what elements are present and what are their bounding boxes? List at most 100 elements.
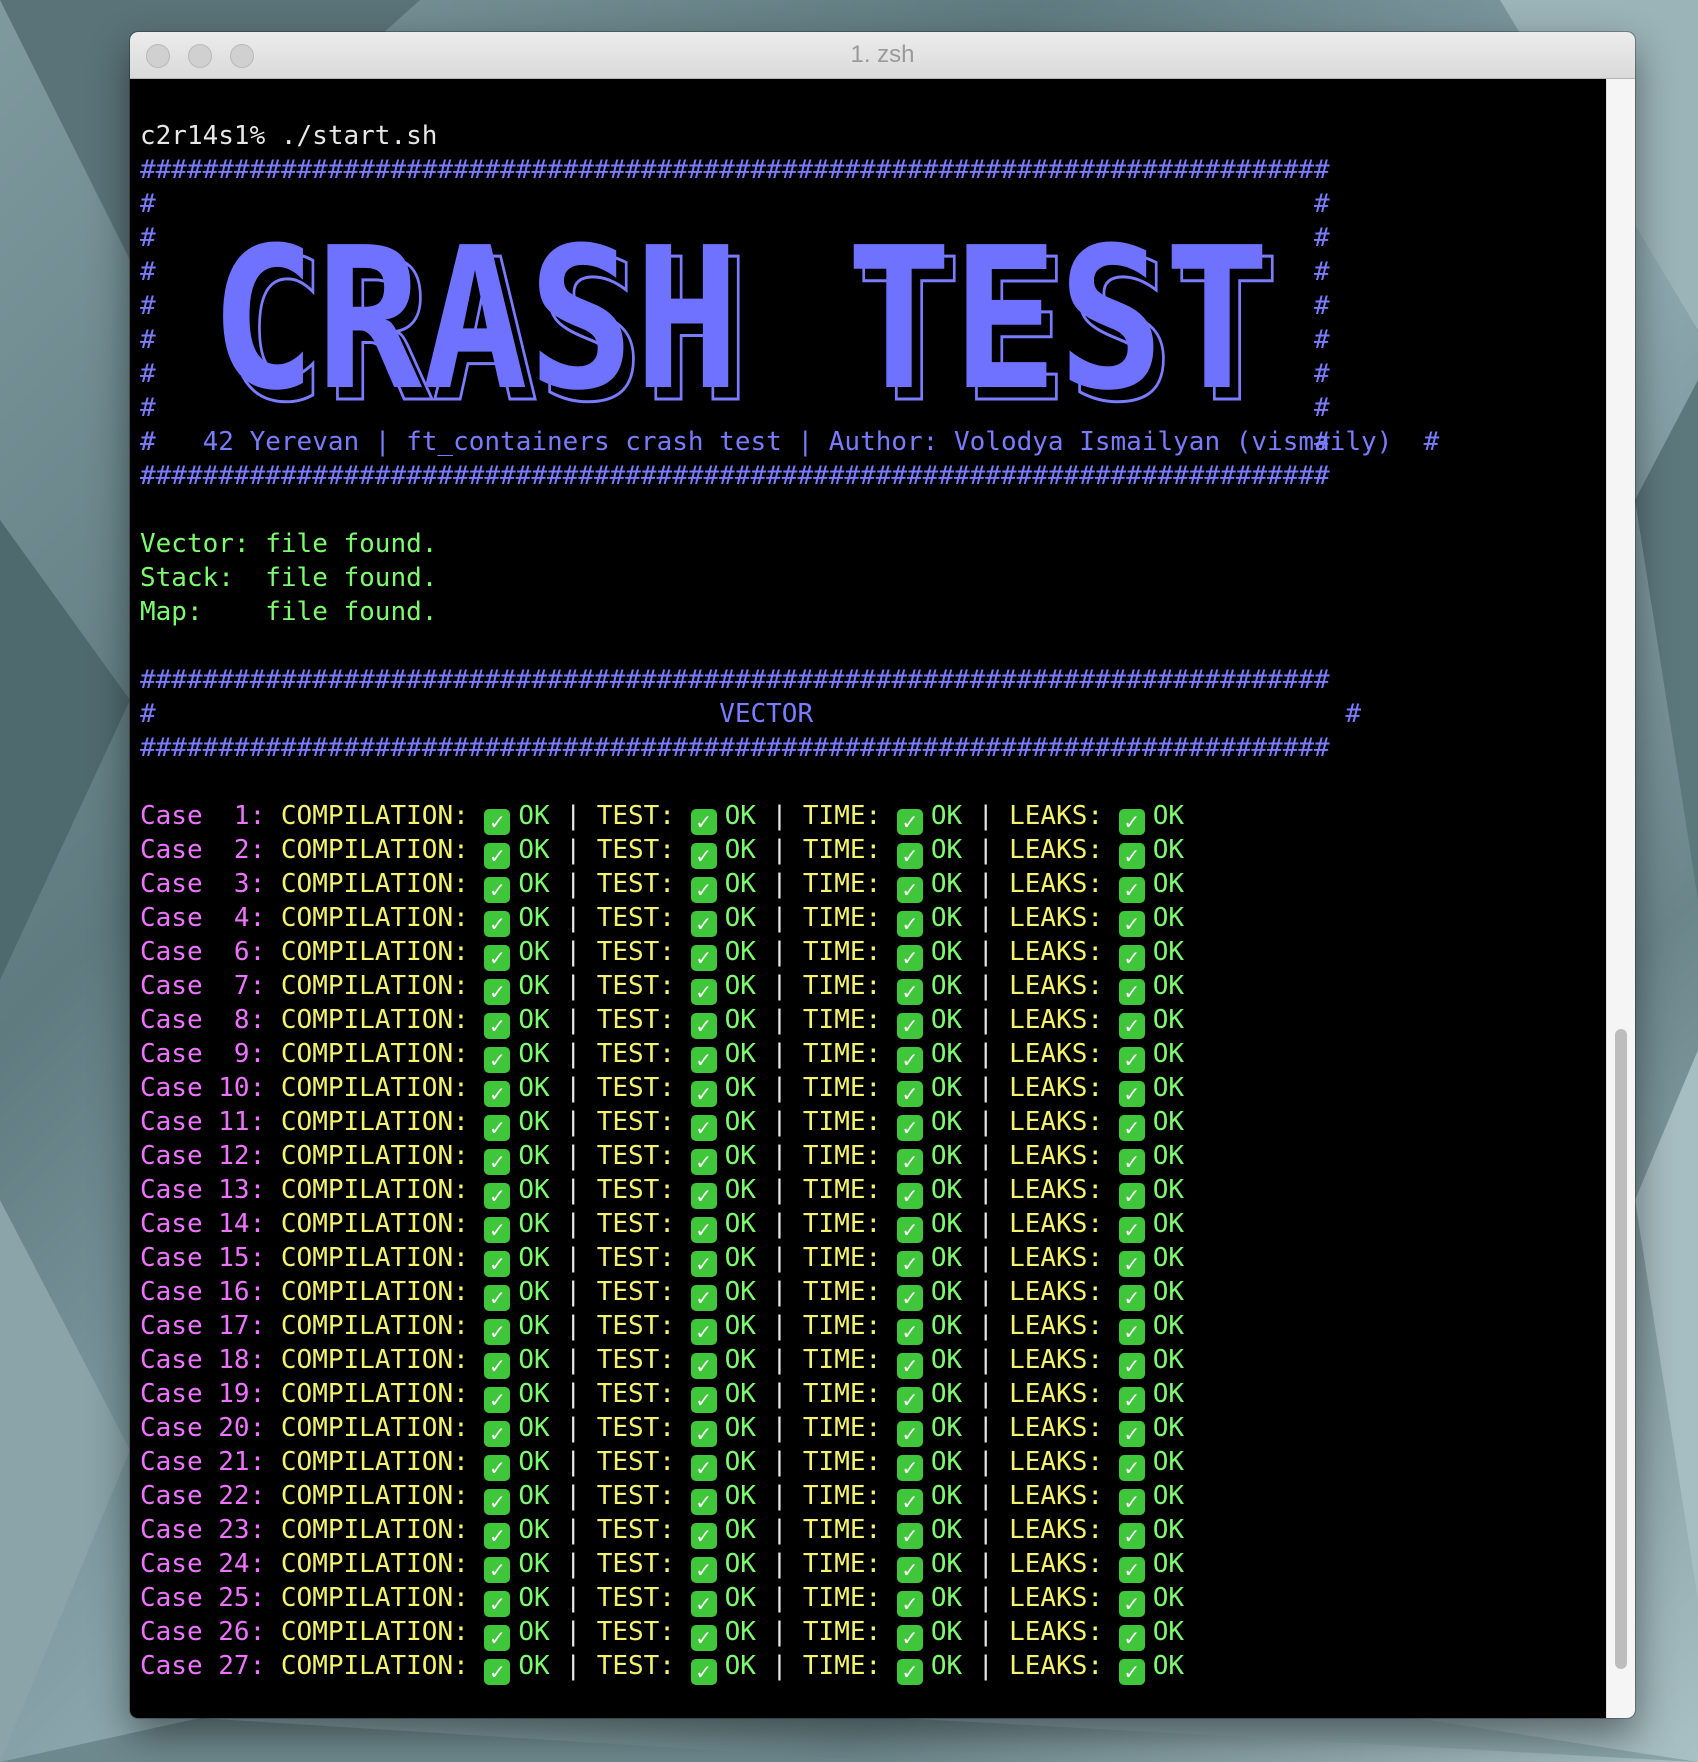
minimize-button[interactable] (188, 44, 212, 68)
separator: | (771, 1175, 788, 1205)
ok-status: OK (930, 1379, 963, 1409)
case-colon: : (249, 1617, 266, 1647)
leaks-label: LEAKS: (1009, 1311, 1104, 1341)
case-row: Case 19: COMPILATION: ✓ OK | TEST: ✓ OK | … (140, 1377, 1607, 1413)
ok-status: OK (1152, 1345, 1185, 1375)
separator: | (565, 1277, 582, 1307)
test-label: TEST: (596, 869, 675, 899)
check-icon: ✓ (1118, 1081, 1145, 1107)
separator: | (977, 1277, 994, 1307)
separator: | (977, 835, 994, 865)
separator: | (565, 1107, 582, 1137)
check-icon: ✓ (1118, 1421, 1145, 1447)
window-titlebar[interactable]: 1. zsh (130, 32, 1635, 79)
check-icon: ✓ (896, 1387, 923, 1413)
case-row: Case 12: COMPILATION: ✓ OK | TEST: ✓ OK | … (140, 1139, 1607, 1175)
test-label: TEST: (596, 1583, 675, 1613)
leaks-label: LEAKS: (1009, 1073, 1104, 1103)
ok-status: OK (724, 801, 756, 831)
check-icon: ✓ (484, 877, 511, 903)
case-number: 26 (218, 1617, 250, 1647)
separator: | (977, 801, 994, 831)
case-colon: : (249, 1243, 266, 1273)
time-label: TIME: (802, 1379, 882, 1409)
case-row: Case 7: COMPILATION: ✓ OK | TEST: ✓ OK | T… (140, 969, 1607, 1005)
ok-status: OK (1152, 1073, 1185, 1103)
check-icon: ✓ (896, 911, 923, 937)
zoom-button[interactable] (230, 44, 254, 68)
ok-status: OK (1152, 1617, 1185, 1647)
test-label: TEST: (596, 1515, 675, 1545)
case-colon: : (249, 1447, 266, 1477)
time-label: TIME: (802, 1277, 882, 1307)
ok-status: OK (1152, 835, 1185, 865)
ok-status: OK (518, 1583, 550, 1613)
test-label: TEST: (596, 1243, 675, 1273)
ok-status: OK (518, 1175, 550, 1205)
check-icon: ✓ (484, 1319, 511, 1345)
check-icon: ✓ (896, 1421, 923, 1447)
check-icon: ✓ (896, 1285, 923, 1311)
ok-status: OK (930, 1175, 963, 1205)
case-row: Case 2: COMPILATION: ✓ OK | TEST: ✓ OK | T… (140, 833, 1607, 869)
scrollbar-thumb[interactable] (1615, 1029, 1627, 1669)
shell-prompt: c2r14s1% ./start.sh (140, 121, 438, 151)
check-icon: ✓ (484, 1489, 511, 1515)
ok-status: OK (930, 1243, 963, 1273)
check-icon: ✓ (484, 1353, 511, 1379)
compilation-label: COMPILATION: (280, 1413, 469, 1443)
ok-status: OK (1152, 1481, 1185, 1511)
case-colon: : (249, 1651, 266, 1681)
leaks-label: LEAKS: (1009, 1243, 1104, 1273)
check-icon: ✓ (1118, 1183, 1145, 1209)
case-label: Case (140, 1039, 203, 1069)
vertical-scrollbar[interactable] (1606, 79, 1635, 1718)
time-label: TIME: (802, 1039, 882, 1069)
separator: | (771, 1277, 788, 1307)
case-row: Case 22: COMPILATION: ✓ OK | TEST: ✓ OK | … (140, 1479, 1607, 1515)
ok-status: OK (1152, 1277, 1185, 1307)
ok-status: OK (724, 1311, 756, 1341)
case-label: Case (140, 1209, 203, 1239)
check-icon: ✓ (896, 1625, 923, 1651)
check-icon: ✓ (1118, 1353, 1145, 1379)
ok-status: OK (518, 1549, 550, 1579)
case-row: Case 9: COMPILATION: ✓ OK | TEST: ✓ OK | T… (140, 1037, 1607, 1073)
separator: | (771, 1481, 788, 1511)
logo-text: CRASH TEST (210, 209, 1270, 419)
check-icon: ✓ (690, 979, 717, 1005)
separator: | (565, 937, 582, 967)
case-number: 15 (218, 1243, 250, 1273)
leaks-label: LEAKS: (1009, 1413, 1104, 1443)
case-number: 14 (218, 1209, 250, 1239)
ok-status: OK (518, 903, 550, 933)
check-icon: ✓ (690, 911, 717, 937)
check-icon: ✓ (484, 945, 511, 971)
separator: | (565, 1481, 582, 1511)
check-icon: ✓ (896, 809, 923, 835)
ok-status: OK (518, 1005, 550, 1035)
case-number: 8 (218, 1005, 250, 1035)
case-row: Case 13: COMPILATION: ✓ OK | TEST: ✓ OK | … (140, 1173, 1607, 1209)
case-colon: : (249, 1277, 266, 1307)
case-row: Case 10: COMPILATION: ✓ OK | TEST: ✓ OK | … (140, 1071, 1607, 1107)
compilation-label: COMPILATION: (280, 1583, 469, 1613)
separator: | (565, 1005, 582, 1035)
ok-status: OK (518, 869, 550, 899)
leaks-label: LEAKS: (1009, 1209, 1104, 1239)
close-button[interactable] (146, 44, 170, 68)
case-row: Case 3: COMPILATION: ✓ OK | TEST: ✓ OK | T… (140, 867, 1607, 903)
case-number: 23 (218, 1515, 250, 1545)
leaks-label: LEAKS: (1009, 1549, 1104, 1579)
separator: | (565, 1175, 582, 1205)
case-row: Case 20: COMPILATION: ✓ OK | TEST: ✓ OK | … (140, 1411, 1607, 1447)
ok-status: OK (724, 1107, 756, 1137)
case-number: 25 (218, 1583, 250, 1613)
ok-status: OK (1152, 1583, 1185, 1613)
terminal-output[interactable]: c2r14s1% ./start.sh #####################… (130, 79, 1607, 1718)
section-top-border: ########################################… (140, 665, 1330, 695)
check-icon: ✓ (896, 1115, 923, 1141)
section-title: VECTOR (719, 699, 814, 729)
case-row: Case 24: COMPILATION: ✓ OK | TEST: ✓ OK | … (140, 1547, 1607, 1583)
ok-status: OK (1152, 1651, 1185, 1681)
